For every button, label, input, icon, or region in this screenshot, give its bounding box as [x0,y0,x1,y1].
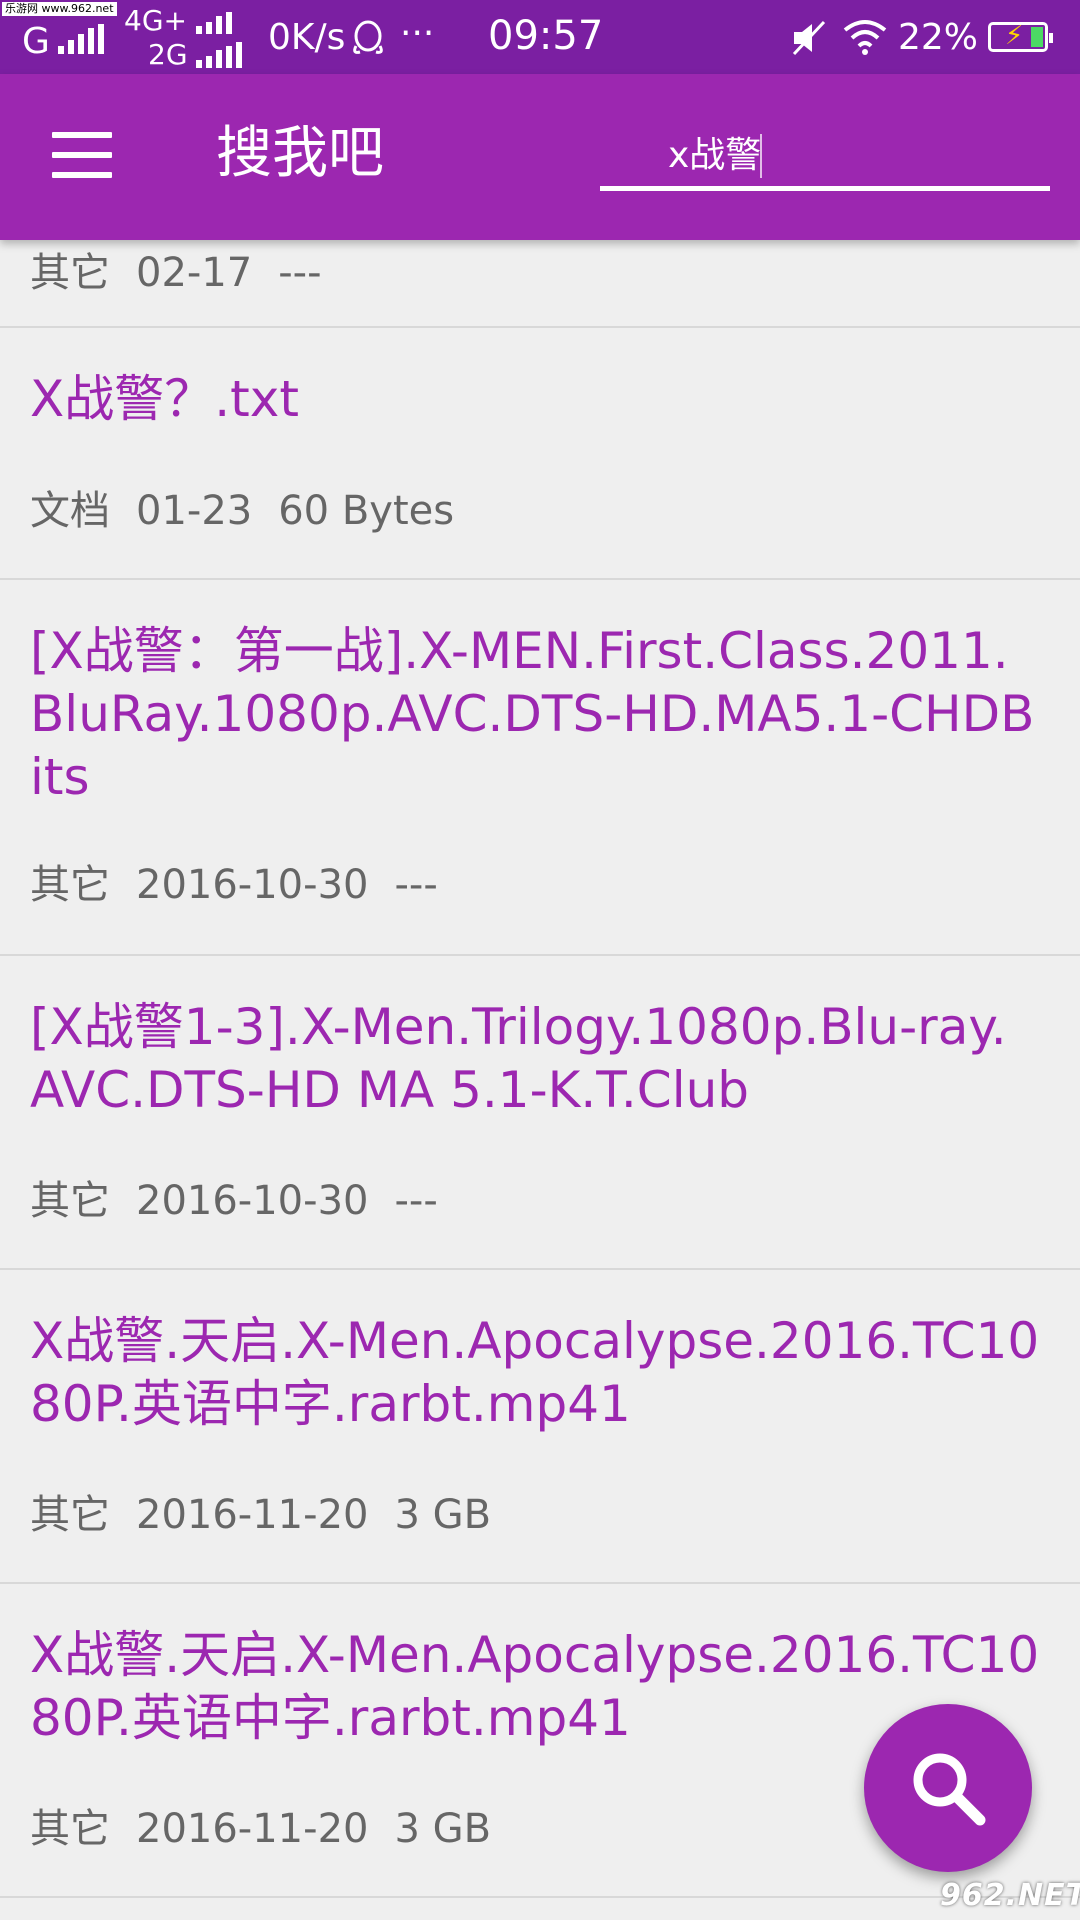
result-type: 其它 [30,1806,110,1852]
result-meta: 其它 02-17 --- [30,248,348,298]
result-item[interactable]: X战警？.txt 文档 01-23 60 Bytes [0,328,1080,580]
result-list: 其它 02-17 --- X战警？.txt 文档 01-23 60 Bytes [X战警… [0,240,1080,1898]
result-meta: 其它 2016-11-20 3 GB [30,1490,517,1540]
carrier-2-bottom-label: 2G [148,38,188,71]
result-size: --- [394,1178,438,1224]
network-speed: 0K/s [268,17,346,58]
search-input[interactable] [600,132,1048,180]
result-item[interactable]: [X战警：第一战].X-MEN.First.Class.2011.BluRay.… [0,580,1080,956]
search-icon [913,1753,986,1826]
result-meta: 其它 2016-10-30 --- [30,1176,464,1226]
result-size: --- [394,862,438,908]
result-date: 2016-10-30 [136,862,369,908]
result-meta: 其它 2016-11-20 3 GB [30,1804,517,1854]
app-title: 搜我吧 [216,121,384,186]
result-date: 2016-10-30 [136,1178,369,1224]
status-bar: 乐游网 www.962.net G 4G+ 2G 0K/s ··· 09:57 … [0,0,1080,74]
clock: 09:57 [488,13,604,59]
search-underline [600,186,1050,191]
result-size: --- [278,250,322,296]
result-title[interactable]: [X战警：第一战].X-MEN.First.Class.2011.BluRay.… [30,620,1040,809]
battery-percent: 22% [898,17,979,58]
text-caret [760,134,762,178]
result-size: 3 GB [394,1492,492,1538]
signal-2g-icon [196,42,242,68]
result-type: 其它 [30,862,110,908]
more-icon: ··· [400,13,435,54]
result-size: 60 Bytes [278,488,455,534]
result-title[interactable]: X战警？.txt [30,368,1040,431]
search-fab-button[interactable] [864,1704,1032,1872]
result-meta: 其它 2016-10-30 --- [30,860,464,910]
result-item[interactable]: [X战警1-3].X-Men.Trilogy.1080p.Blu-ray.AVC… [0,956,1080,1270]
result-title[interactable]: X战警.天启.X-Men.Apocalypse.2016.TC1080P.英语中… [30,1310,1040,1436]
result-size: 3 GB [394,1806,492,1852]
mute-icon [792,20,826,56]
result-type: 其它 [30,1492,110,1538]
battery-icon: ⚡ [988,21,1053,52]
watermark-bottom: 962.NET [940,1878,1080,1913]
signal-icon [58,24,104,54]
watermark-top: 乐游网 www.962.net [2,2,117,16]
result-item[interactable]: 其它 02-17 --- [0,240,1080,328]
result-title[interactable]: [X战警1-3].X-Men.Trilogy.1080p.Blu-ray.AVC… [30,996,1040,1122]
result-type: 其它 [30,250,110,296]
result-type: 其它 [30,1178,110,1224]
wifi-icon [843,20,887,55]
qq-icon [353,20,383,54]
result-date: 2016-11-20 [136,1806,369,1852]
carrier-1-label: G [22,21,50,62]
result-type: 文档 [30,488,110,534]
result-date: 2016-11-20 [136,1492,369,1538]
signal-4g-icon [196,8,232,34]
result-meta: 文档 01-23 60 Bytes [30,486,480,536]
carrier-2-top-label: 4G+ [124,4,187,37]
result-date: 02-17 [136,250,253,296]
hamburger-menu-icon[interactable] [52,132,112,178]
result-date: 01-23 [136,488,253,534]
app-bar: 搜我吧 [0,74,1080,240]
result-item[interactable]: X战警.天启.X-Men.Apocalypse.2016.TC1080P.英语中… [0,1270,1080,1584]
